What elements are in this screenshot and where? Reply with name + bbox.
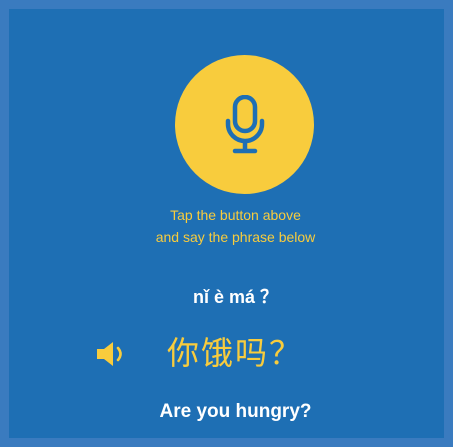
- instruction-line-2: and say the phrase below: [155, 229, 316, 245]
- play-audio-button[interactable]: [95, 340, 131, 368]
- speaker-icon: [95, 342, 131, 372]
- instruction-line-1: Tap the button above: [170, 207, 301, 223]
- microphone-icon: [219, 94, 271, 155]
- record-button[interactable]: [175, 55, 314, 194]
- pinyin-text: nǐ è má ？: [192, 287, 279, 307]
- chinese-phrase: 你饿吗？: [167, 335, 304, 371]
- exercise-card: Tap the button above and say the phrase …: [0, 0, 453, 447]
- english-translation: Are you hungry?: [159, 401, 312, 422]
